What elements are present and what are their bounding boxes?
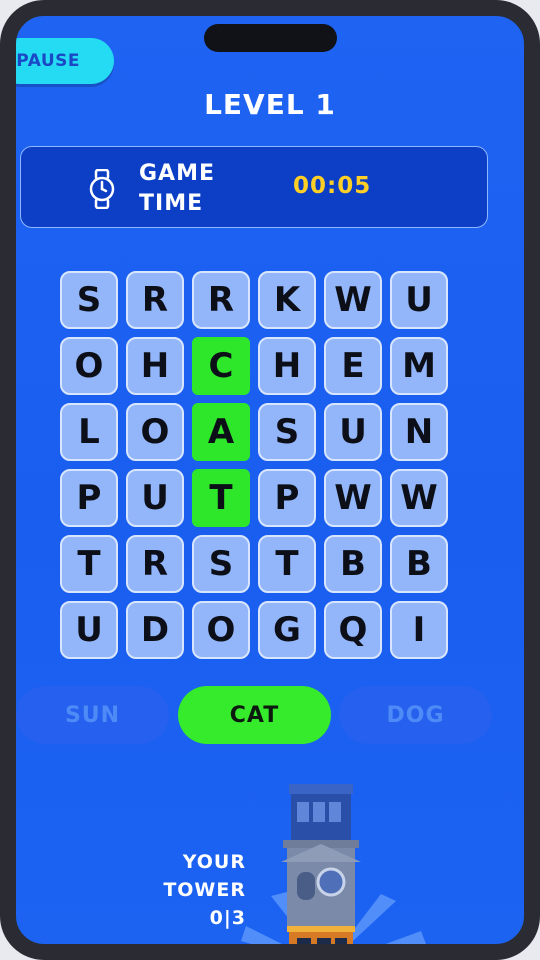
game-time-line2: TIME (139, 191, 204, 216)
target-word-sun: SUN (16, 686, 169, 744)
letter-tile[interactable]: D (126, 601, 184, 659)
letter-tile[interactable]: W (324, 271, 382, 329)
letter-tile[interactable]: I (390, 601, 448, 659)
letter-tile[interactable]: S (192, 535, 250, 593)
watch-icon (89, 169, 115, 209)
letter-tile[interactable]: B (324, 535, 382, 593)
letter-tile[interactable]: H (126, 337, 184, 395)
word-list: SUN CAT DOG (16, 686, 524, 744)
pause-button[interactable]: PAUSE (16, 38, 114, 84)
letter-tile[interactable]: U (390, 271, 448, 329)
letter-tile[interactable]: Q (324, 601, 382, 659)
letter-tile[interactable]: N (390, 403, 448, 461)
phone-notch (204, 24, 337, 52)
letter-tile[interactable]: B (390, 535, 448, 593)
letter-tile[interactable]: U (324, 403, 382, 461)
letter-tile[interactable]: T (60, 535, 118, 593)
level-title: LEVEL 1 (204, 88, 336, 121)
letter-tile[interactable]: P (258, 469, 316, 527)
letter-tile[interactable]: S (60, 271, 118, 329)
game-time-line1: GAME (139, 161, 216, 186)
target-word-dog: DOG (339, 686, 492, 744)
letter-tile[interactable]: R (126, 535, 184, 593)
letter-tile[interactable]: G (258, 601, 316, 659)
letter-tile[interactable]: R (192, 271, 250, 329)
letter-tile[interactable]: M (390, 337, 448, 395)
letter-tile[interactable]: U (126, 469, 184, 527)
letter-tile[interactable]: P (60, 469, 118, 527)
letter-tile[interactable]: O (60, 337, 118, 395)
game-time-label: GAME TIME (139, 159, 229, 219)
letter-tile[interactable]: H (258, 337, 316, 395)
letter-grid: SRRKWUOHCHEMLOASUNPUTPWWTRSTBBUDOGQI (60, 271, 448, 659)
letter-tile[interactable]: T (192, 469, 250, 527)
letter-tile[interactable]: E (324, 337, 382, 395)
letter-tile[interactable]: R (126, 271, 184, 329)
phone-frame: PAUSE LEVEL 1 GAME TIME 00:05 SRRKWUOHCH… (0, 0, 540, 960)
timer-value: 00:05 (293, 173, 372, 199)
letter-tile[interactable]: W (324, 469, 382, 527)
letter-tile[interactable]: S (258, 403, 316, 461)
letter-tile[interactable]: K (258, 271, 316, 329)
letter-tile[interactable]: O (192, 601, 250, 659)
letter-tile[interactable]: O (126, 403, 184, 461)
letter-tile[interactable]: A (192, 403, 250, 461)
game-timer-panel: GAME TIME 00:05 (20, 146, 488, 228)
letter-tile[interactable]: U (60, 601, 118, 659)
tower-building-illustration (241, 784, 426, 944)
target-word-cat: CAT (178, 686, 331, 744)
letter-tile[interactable]: C (192, 337, 250, 395)
letter-tile[interactable]: W (390, 469, 448, 527)
letter-tile[interactable]: T (258, 535, 316, 593)
letter-tile[interactable]: L (60, 403, 118, 461)
